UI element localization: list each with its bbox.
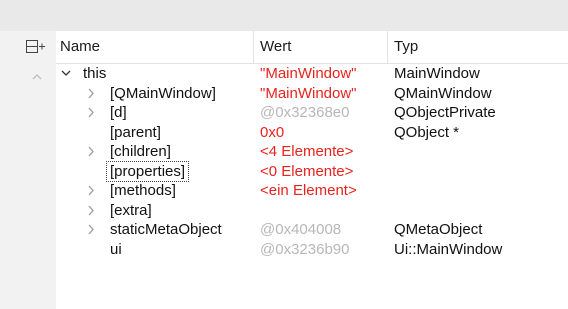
row-value: @0x3236b90	[260, 240, 350, 258]
row-name: [children]	[110, 143, 171, 160]
chevron-right-icon[interactable]	[85, 201, 97, 221]
row-name: ui	[110, 240, 122, 258]
row-value: @0x404008	[260, 221, 342, 238]
tree-row-staticmetaobject[interactable]: staticMetaObject @0x404008 QMetaObject	[56, 220, 568, 240]
row-type: QMetaObject	[394, 221, 483, 238]
row-type: Ui::MainWindow	[394, 240, 503, 258]
row-name: [QMainWindow]	[110, 84, 216, 102]
left-gutter	[0, 31, 56, 309]
column-header-value[interactable]: Wert	[260, 31, 291, 63]
column-divider[interactable]	[253, 31, 254, 63]
row-name: [methods]	[110, 182, 176, 199]
tree-row-d[interactable]: [d] @0x32368e0 QObjectPrivate	[56, 103, 568, 123]
row-value: <0 Elemente>	[260, 162, 354, 180]
title-strip	[0, 0, 568, 31]
chevron-right-icon[interactable]	[85, 220, 97, 240]
row-value: <ein Element>	[260, 182, 357, 199]
row-type: QObjectPrivate	[394, 104, 496, 121]
tree-row-extra[interactable]: [extra]	[56, 201, 568, 221]
locals-view: Name Wert Typ this "MainWindow" MainWind…	[0, 0, 568, 309]
row-value: 0x0	[260, 123, 285, 141]
row-value: "MainWindow"	[260, 84, 357, 102]
expand-all-icon[interactable]	[24, 37, 50, 57]
row-type: QMainWindow	[394, 84, 492, 102]
chevron-right-icon[interactable]	[85, 142, 97, 162]
column-header-type[interactable]: Typ	[394, 31, 418, 63]
tree-row-properties[interactable]: [properties] <0 Elemente>	[56, 160, 568, 182]
column-header-name[interactable]: Name	[60, 31, 100, 63]
tree-row-parent[interactable]: [parent] 0x0 QObject *	[56, 123, 568, 143]
tree-row-this[interactable]: this "MainWindow" MainWindow	[56, 64, 568, 84]
chevron-right-icon[interactable]	[85, 181, 97, 201]
row-name: staticMetaObject	[110, 221, 222, 238]
chevron-down-icon[interactable]	[60, 64, 72, 84]
row-type: QObject *	[394, 123, 460, 141]
tree-row-children[interactable]: [children] <4 Elemente>	[56, 142, 568, 162]
row-name: [properties]	[105, 160, 190, 182]
row-name: [extra]	[110, 201, 152, 219]
row-name: [d]	[110, 104, 127, 121]
row-type: MainWindow	[394, 65, 480, 82]
row-value: "MainWindow"	[260, 65, 357, 82]
tree-row-qmainwindow[interactable]: [QMainWindow] "MainWindow" QMainWindow	[56, 84, 568, 104]
row-value: <4 Elemente>	[260, 143, 354, 160]
row-name: this	[83, 65, 107, 82]
table-header: Name Wert Typ	[56, 31, 568, 64]
chevron-up-icon[interactable]	[31, 70, 43, 82]
row-name: [parent]	[110, 123, 161, 141]
chevron-right-icon[interactable]	[85, 103, 97, 123]
column-divider[interactable]	[387, 31, 388, 63]
tree-row-ui[interactable]: ui @0x3236b90 Ui::MainWindow	[56, 240, 568, 260]
variables-tree: this "MainWindow" MainWindow [QMainWindo…	[56, 64, 568, 259]
row-value: @0x32368e0	[260, 104, 350, 121]
tree-row-methods[interactable]: [methods] <ein Element>	[56, 181, 568, 201]
chevron-right-icon[interactable]	[85, 84, 97, 104]
